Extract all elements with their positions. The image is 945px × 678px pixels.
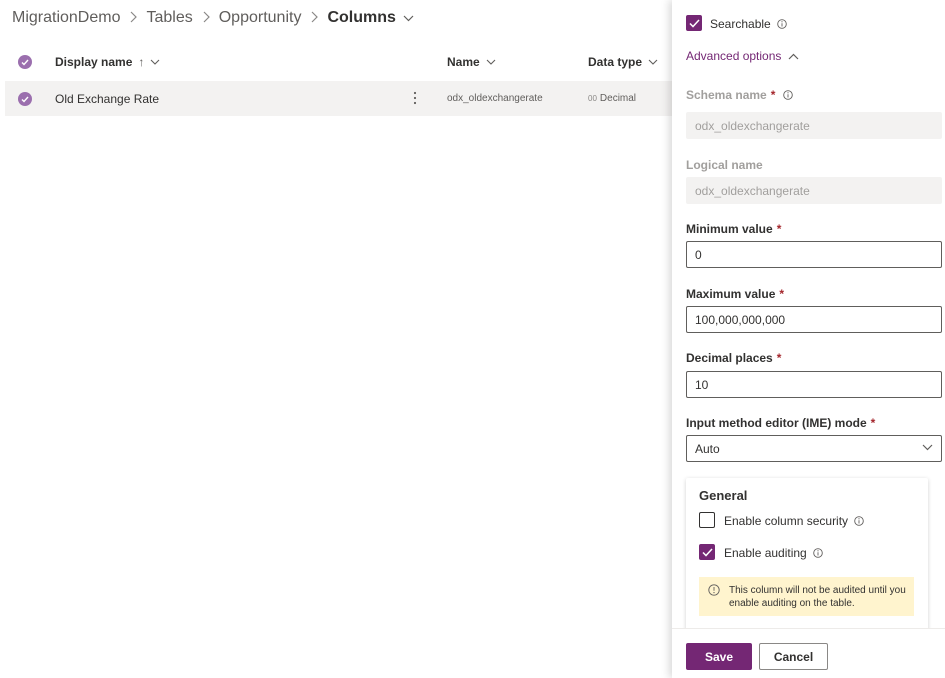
chevron-right-icon [310, 11, 319, 26]
info-icon[interactable] [776, 19, 787, 29]
cancel-button[interactable]: Cancel [759, 643, 828, 670]
ime-mode-label-text: Input method editor (IME) mode [686, 416, 867, 430]
schema-name-label-text: Schema name [686, 88, 767, 102]
maximum-value-label-text: Maximum value [686, 287, 776, 301]
grid-header: Display name ↑ Name Data type [5, 46, 672, 78]
select-all-checkbox[interactable] [18, 55, 32, 69]
row-checkbox[interactable] [18, 92, 32, 106]
general-section: General Enable column security Enable au… [686, 478, 928, 628]
chevron-down-icon[interactable] [403, 15, 414, 22]
auditing-checkbox[interactable] [699, 544, 715, 560]
row-data-type-label: Decimal [599, 93, 637, 104]
column-header-display-name[interactable]: Display name ↑ [55, 55, 160, 69]
breadcrumb-item-migrationdemo[interactable]: MigrationDemo [12, 9, 120, 27]
row-data-type: 00 Decimal [588, 93, 636, 104]
more-options-icon[interactable] [413, 91, 417, 108]
maximum-value-input[interactable]: 100,000,000,000 [686, 306, 942, 333]
searchable-text: Searchable [710, 17, 771, 31]
column-security-label: Enable column security [724, 514, 864, 528]
breadcrumb-current[interactable]: Columns [327, 9, 395, 27]
columns-page: MigrationDemo Tables Opportunity Columns… [0, 0, 672, 678]
required-marker: * [770, 88, 776, 102]
advanced-options-label: Advanced options [686, 49, 782, 63]
info-icon[interactable] [812, 548, 823, 558]
breadcrumb-item-tables[interactable]: Tables [146, 9, 192, 27]
auditing-label: Enable auditing [724, 546, 823, 560]
required-marker: * [776, 222, 782, 236]
auditing-warning-notice: This column will not be audited until yo… [699, 577, 914, 616]
table-row[interactable]: Old Exchange Rate odx_oldexchangerate 00… [5, 81, 672, 116]
panel-scroll-area[interactable]: Searchable Advanced options Schema name … [672, 0, 945, 628]
required-marker: * [870, 416, 876, 430]
chevron-down-icon[interactable] [648, 59, 658, 65]
chevron-down-icon[interactable] [150, 59, 160, 65]
save-button[interactable]: Save [686, 643, 752, 670]
chevron-down-icon[interactable] [486, 59, 496, 65]
logical-name-label: Logical name [686, 158, 763, 172]
decimal-type-icon: 00 [588, 94, 597, 103]
decimal-places-label-text: Decimal places [686, 351, 773, 365]
logical-name-input: odx_oldexchangerate [686, 177, 942, 204]
auditing-text: Enable auditing [724, 546, 807, 560]
chevron-right-icon [202, 11, 210, 26]
general-section-title: General [699, 488, 748, 503]
schema-name-label: Schema name * [686, 88, 794, 102]
required-marker: * [779, 287, 785, 301]
column-header-name[interactable]: Name [447, 55, 496, 69]
sort-arrow-up-icon: ↑ [138, 55, 145, 69]
column-properties-panel: Searchable Advanced options Schema name … [672, 0, 945, 678]
ime-mode-selected-value: Auto [695, 441, 720, 456]
info-icon [708, 584, 720, 596]
searchable-label: Searchable [710, 17, 787, 31]
minimum-value-label: Minimum value * [686, 222, 781, 236]
chevron-right-icon [129, 11, 138, 26]
ime-mode-select[interactable]: Auto [686, 435, 942, 462]
minimum-value-label-text: Minimum value [686, 222, 773, 236]
column-header-label: Name [447, 55, 480, 69]
panel-footer: Save Cancel [672, 628, 945, 678]
info-icon[interactable] [854, 516, 864, 526]
column-header-data-type[interactable]: Data type [588, 55, 658, 69]
breadcrumb-item-opportunity[interactable]: Opportunity [219, 9, 302, 27]
required-marker: * [776, 351, 782, 365]
maximum-value-label: Maximum value * [686, 287, 784, 301]
column-header-label: Data type [588, 55, 643, 69]
column-security-checkbox[interactable] [699, 512, 715, 528]
schema-name-input: odx_oldexchangerate [686, 112, 942, 139]
info-icon[interactable] [783, 90, 794, 100]
column-header-label: Display name [55, 55, 133, 69]
breadcrumb: MigrationDemo Tables Opportunity Columns [12, 7, 414, 29]
decimal-places-label: Decimal places * [686, 351, 781, 365]
auditing-warning-text: This column will not be audited until yo… [729, 585, 906, 609]
searchable-checkbox[interactable] [686, 15, 702, 31]
row-display-name[interactable]: Old Exchange Rate [55, 92, 159, 106]
decimal-places-input[interactable]: 10 [686, 371, 942, 398]
chevron-down-icon [922, 444, 933, 451]
ime-mode-label: Input method editor (IME) mode * [686, 416, 875, 430]
minimum-value-input[interactable]: 0 [686, 241, 942, 268]
advanced-options-toggle[interactable]: Advanced options [686, 49, 799, 63]
column-security-text: Enable column security [724, 514, 849, 528]
chevron-up-icon [788, 53, 799, 60]
row-name: odx_oldexchangerate [447, 93, 543, 104]
